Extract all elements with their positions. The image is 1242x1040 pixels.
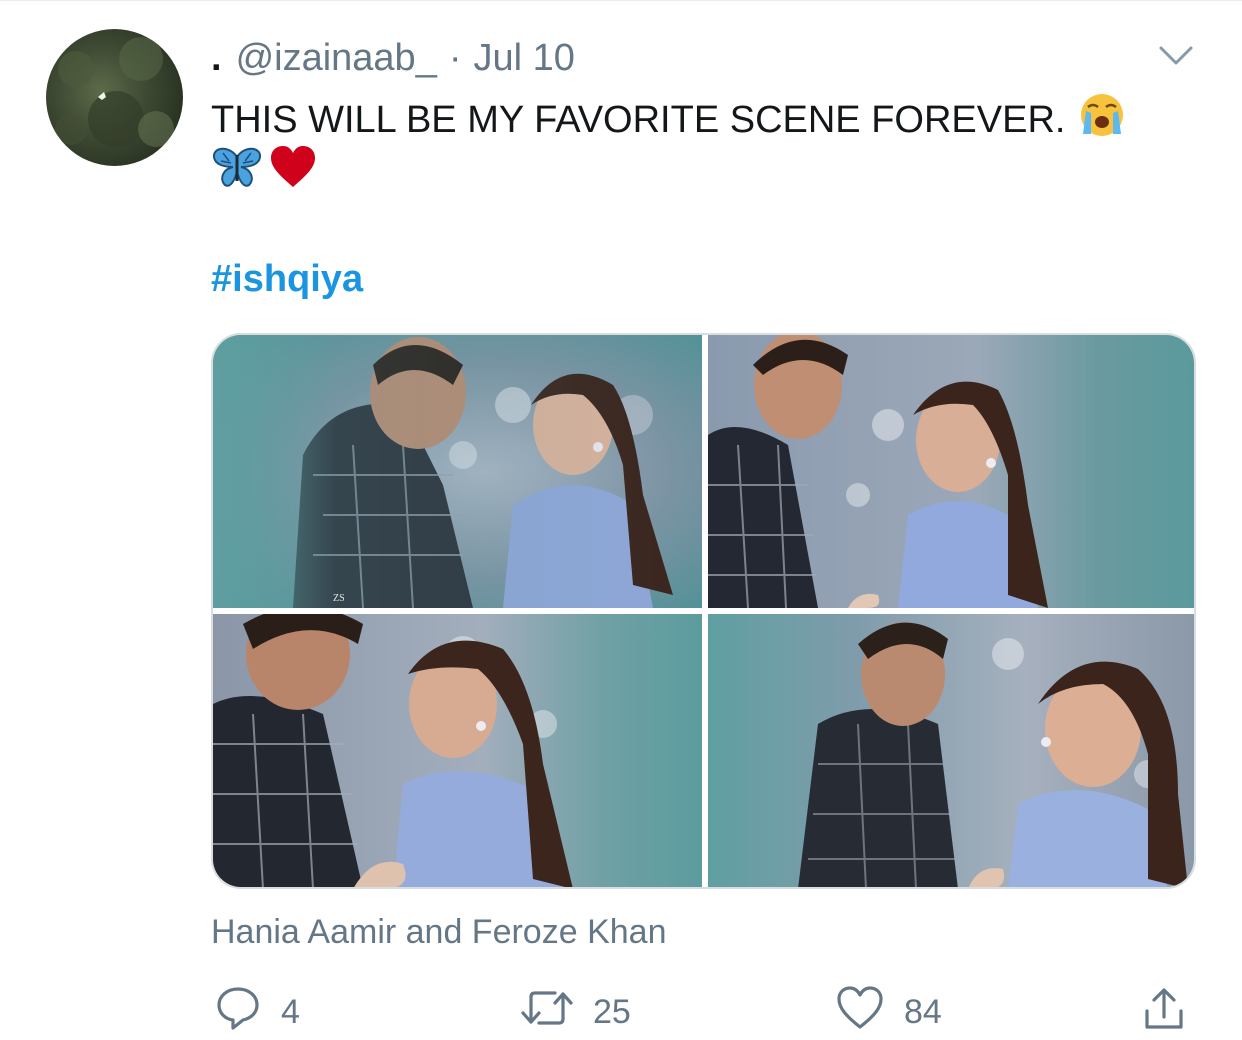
loudly-crying-face-icon (1077, 92, 1127, 152)
like-button[interactable]: 84 (836, 985, 942, 1040)
tweet-header: . @izainaab_ · Jul 10 (211, 34, 575, 82)
media-grid: ZS (211, 333, 1196, 889)
divider (0, 0, 1242, 1)
avatar[interactable] (46, 29, 183, 166)
header-separator: · (448, 36, 462, 79)
retweet-icon (521, 985, 573, 1040)
photo-3[interactable] (213, 614, 702, 887)
retweet-button[interactable]: 25 (521, 987, 631, 1037)
chevron-down-icon[interactable] (1156, 40, 1196, 72)
photo-4[interactable] (708, 614, 1194, 887)
photo-1[interactable]: ZS (213, 335, 702, 608)
photo-watermark: ZS (333, 593, 345, 604)
tweet-date[interactable]: Jul 10 (473, 37, 574, 80)
butterfly-icon (211, 145, 263, 194)
share-button[interactable] (1141, 987, 1187, 1037)
hashtag-link[interactable]: #ishqiya (211, 253, 363, 305)
reply-button[interactable]: 4 (215, 985, 300, 1040)
reply-count: 4 (281, 992, 300, 1031)
like-count: 84 (904, 992, 942, 1031)
share-icon (1141, 985, 1187, 1040)
tagged-people[interactable]: Hania Aamir and Feroze Khan (211, 908, 666, 956)
photo-2[interactable] (708, 335, 1194, 608)
tweet-text: THIS WILL BE MY FAVORITE SCENE FOREVER. (211, 92, 1127, 152)
user-handle[interactable]: @izainaab_ (236, 37, 437, 80)
retweet-count: 25 (593, 992, 631, 1031)
tweet-actions: 4 25 84 (211, 985, 1196, 1040)
red-heart-icon (269, 145, 317, 194)
tweet-text-content: THIS WILL BE MY FAVORITE SCENE FOREVER. (211, 99, 1066, 142)
reply-icon (215, 985, 261, 1040)
emoji-line (211, 145, 317, 193)
heart-icon (836, 985, 884, 1040)
display-name[interactable]: . (211, 37, 222, 80)
tweet[interactable]: . @izainaab_ · Jul 10 THIS WILL BE MY FA… (0, 0, 1242, 1033)
